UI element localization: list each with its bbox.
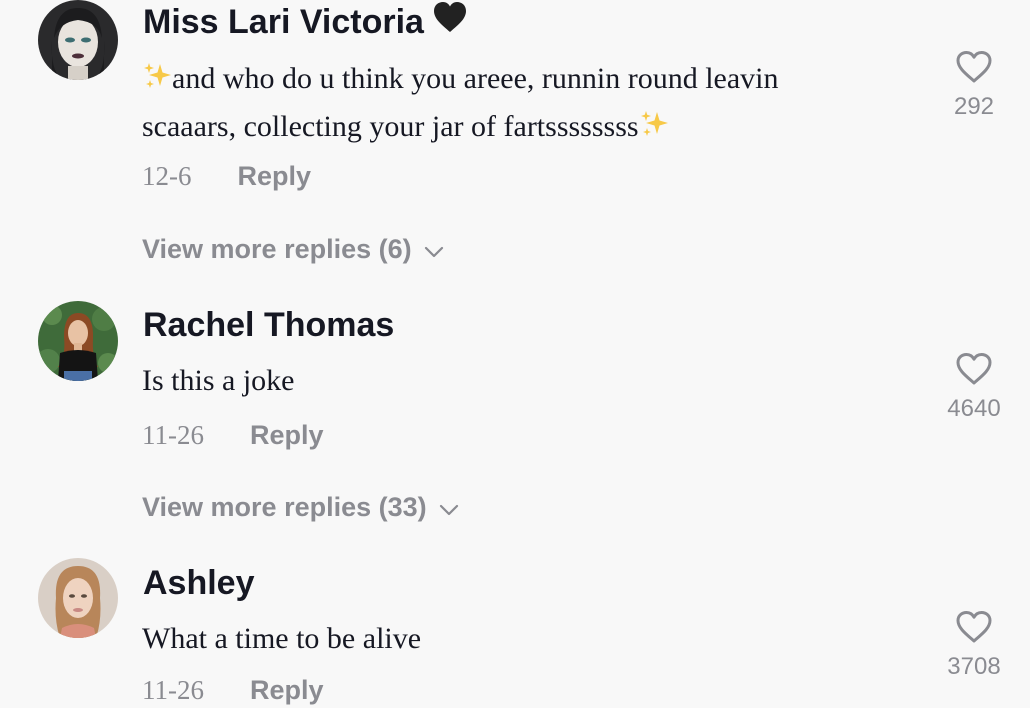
avatar[interactable] [38, 301, 118, 381]
like-control: 292 [934, 50, 1014, 121]
comment-text: Is this a joke [142, 364, 295, 397]
black-heart-icon [432, 0, 468, 43]
view-more-replies-label: View more replies (6) [142, 234, 412, 264]
reply-button[interactable]: Reply [250, 417, 324, 453]
comment-date: 11-26 [142, 420, 204, 450]
username[interactable]: Ashley [143, 563, 255, 603]
like-heart-icon[interactable] [934, 352, 1014, 391]
like-heart-icon[interactable] [934, 610, 1014, 649]
comment-text: and who do u think you areee, runnin rou… [142, 56, 862, 152]
like-count: 4640 [947, 395, 1001, 422]
like-control: 3708 [934, 610, 1014, 681]
avatar[interactable] [38, 558, 118, 638]
username[interactable]: Miss Lari Victoria [143, 0, 468, 43]
username[interactable]: Rachel Thomas [143, 305, 394, 345]
like-count: 3708 [947, 653, 1001, 680]
sparkles-icon [639, 107, 669, 152]
avatar-image [38, 558, 118, 638]
comment-text: What a time to be alive [142, 622, 422, 655]
username-text: Miss Lari Victoria [143, 3, 424, 41]
like-heart-icon[interactable] [934, 50, 1014, 89]
view-more-replies-button[interactable]: View more replies (33) [142, 490, 459, 524]
view-more-replies-label: View more replies (33) [142, 492, 427, 522]
view-more-replies-button[interactable]: View more replies (6) [142, 232, 444, 266]
like-count: 292 [953, 93, 995, 120]
comment-date: 12-6 [142, 161, 192, 191]
comment-meta: 11-26 Reply [142, 672, 324, 708]
chevron-down-icon [439, 490, 459, 524]
avatar-image [38, 0, 118, 80]
like-control: 4640 [934, 352, 1014, 423]
comment-body: and who do u think you areee, runnin rou… [142, 62, 779, 143]
reply-button[interactable]: Reply [238, 158, 312, 194]
avatar-image [38, 301, 118, 381]
comment-meta: 11-26 Reply [142, 417, 324, 453]
sparkles-icon [142, 59, 172, 104]
comment-meta: 12-6 Reply [142, 158, 311, 194]
chevron-down-icon [424, 232, 444, 266]
comment-date: 11-26 [142, 675, 204, 705]
reply-button[interactable]: Reply [250, 672, 324, 708]
avatar[interactable] [38, 0, 118, 80]
